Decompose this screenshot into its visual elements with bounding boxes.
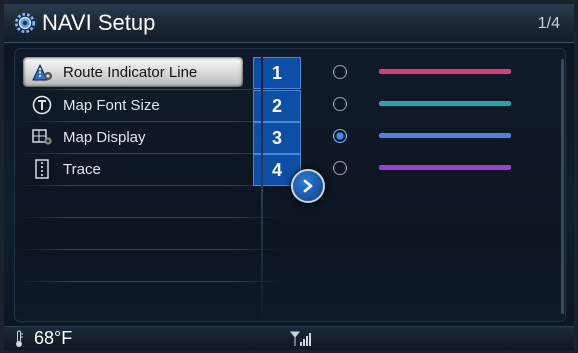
row-divider: [21, 281, 281, 282]
trace-icon: [31, 158, 53, 180]
status-bar: 68°F: [4, 326, 574, 350]
menu-item-label: Trace: [63, 160, 101, 178]
screen-frame: NAVI Setup 1/4 Route Indicator Line 1 Ma…: [4, 4, 574, 350]
page-indicator: 1/4: [537, 15, 560, 32]
menu-item-trace[interactable]: Trace: [23, 154, 243, 184]
route-indicator-icon: [31, 61, 53, 83]
gear-icon: [14, 12, 36, 34]
row-divider: [21, 249, 281, 250]
menu-item-label: Map Display: [63, 128, 146, 146]
menu-item-label: Map Font Size: [63, 96, 160, 114]
row-divider: [21, 185, 281, 186]
line-color-radio-3[interactable]: [333, 129, 347, 143]
outside-temperature: 68°F: [34, 328, 73, 348]
row-divider: [21, 217, 281, 218]
line-color-radio-2[interactable]: [333, 97, 347, 111]
scrollbar[interactable]: [561, 59, 564, 314]
thermometer-icon: [16, 330, 23, 347]
line-color-swatch: [379, 165, 511, 170]
menu-item-map-font-size[interactable]: Map Font Size: [23, 90, 243, 120]
menu-item-label: Route Indicator Line: [63, 63, 198, 81]
map-display-icon: [31, 126, 53, 148]
title-bar: NAVI Setup 1/4: [4, 4, 574, 43]
line-color-swatch: [379, 101, 511, 106]
page-title: NAVI Setup: [42, 10, 156, 35]
line-color-radio-4[interactable]: [333, 161, 347, 175]
line-color-options: [305, 49, 555, 321]
navi-setup-screen: NAVI Setup 1/4 Route Indicator Line 1 Ma…: [0, 0, 578, 353]
menu-item-map-display[interactable]: Map Display: [23, 122, 243, 152]
line-color-radio-1[interactable]: [333, 65, 347, 79]
line-color-swatch: [379, 133, 511, 138]
menu-item-route-indicator-line[interactable]: Route Indicator Line: [23, 57, 243, 87]
line-color-swatch: [379, 69, 511, 74]
menu-list: Route Indicator Line 1 Map Font Size 2 M…: [15, 49, 301, 321]
signal-icon: [290, 331, 311, 346]
panel-divider: [261, 49, 263, 321]
font-t-icon: [31, 94, 53, 116]
settings-panel: Route Indicator Line 1 Map Font Size 2 M…: [14, 48, 566, 322]
